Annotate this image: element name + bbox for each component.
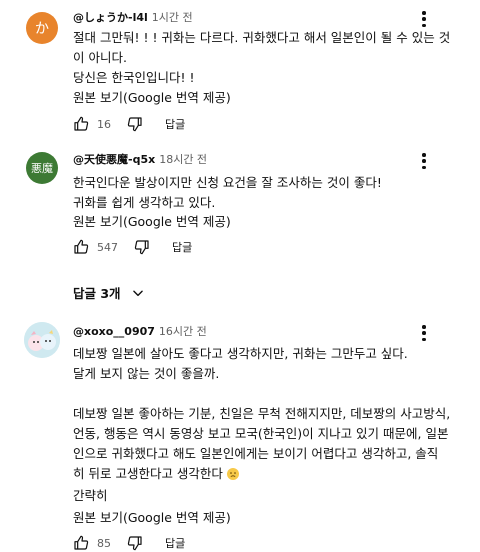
comment-line: 언동, 행동은 역시 동영상 보고 모국(한국인)이 지나고 있기 때문에, 일… <box>73 426 449 441</box>
thumbs-up-icon[interactable] <box>73 239 89 255</box>
comment-author[interactable]: @xoxo__0907 <box>73 325 155 338</box>
comment-text: 데보짱 일본에 살아도 좋다고 생각하지만, 귀화는 그만두고 싶다. 달게 보… <box>73 344 453 484</box>
comment-3: @xoxo__0907 16시간 전 데보짱 일본에 살아도 좋다고 생각하지만,… <box>0 315 480 551</box>
comment-actions: 547 답글 <box>73 238 192 256</box>
reply-button[interactable]: 답글 <box>165 535 185 551</box>
comment-actions: 85 답글 <box>73 534 185 552</box>
thumbs-down-icon[interactable] <box>127 535 143 551</box>
thumbs-down-icon[interactable] <box>134 239 150 255</box>
view-replies-button[interactable]: 답글 3개 <box>73 283 145 302</box>
thumbs-up-icon[interactable] <box>73 535 89 551</box>
avatar[interactable] <box>24 322 60 358</box>
like-count: 85 <box>97 536 111 550</box>
comment-line: 절대 그만둬! ! ! 귀화는 다르다. 귀화했다고 해서 일본인이 될 수 있… <box>73 30 451 45</box>
comment-line: 이 아니다. <box>73 50 127 65</box>
comment-header: @しょうか-l4l 1시간 전 <box>73 11 193 25</box>
comment-time[interactable]: 1시간 전 <box>152 11 193 24</box>
replies-count-label: 답글 3개 <box>73 286 121 301</box>
thumbs-up-icon[interactable] <box>73 116 89 132</box>
comment-line: 한국인다운 발상이지만 신청 요건을 잘 조사하는 것이 좋다! <box>73 175 382 190</box>
comment-author[interactable]: @天使悪魔-q5x <box>73 153 155 166</box>
see-original-link[interactable]: 원본 보기(Google 번역 제공) <box>73 509 231 527</box>
comment-header: @天使悪魔-q5x 18시간 전 <box>73 153 207 167</box>
comment-line-with-emoji: 히 뒤로 고생한다고 생각한다 <box>73 464 453 484</box>
more-options-icon[interactable] <box>416 151 432 171</box>
comment-author[interactable]: @しょうか-l4l <box>73 11 148 24</box>
more-options-icon[interactable] <box>416 323 432 343</box>
see-original-link[interactable]: 원본 보기(Google 번역 제공) <box>73 213 231 231</box>
reply-button[interactable]: 답글 <box>172 239 192 255</box>
like-count: 16 <box>97 117 111 131</box>
see-original-link[interactable]: 원본 보기(Google 번역 제공) <box>73 89 231 107</box>
comment-line: 귀화를 쉽게 생각하고 있다. <box>73 195 216 210</box>
comment-line: 데보짱 일본 좋아하는 기분, 친일은 무척 전해지지만, 데보짱의 사고방식, <box>73 406 451 421</box>
chevron-down-icon <box>132 290 143 296</box>
comment-line <box>73 384 453 404</box>
comment-1: か @しょうか-l4l 1시간 전 절대 그만둬! ! ! 귀화는 다르다. 귀화… <box>0 0 480 140</box>
comment-line: 데보짱 일본에 살아도 좋다고 생각하지만, 귀화는 그만두고 싶다. <box>73 346 408 361</box>
avatar-initial: か <box>35 21 49 37</box>
avatar[interactable]: か <box>26 12 58 44</box>
comment-line: 히 뒤로 고생한다고 생각한다 <box>73 466 223 481</box>
avatar[interactable]: 悪魔 <box>26 152 58 184</box>
comment-actions: 16 답글 <box>73 115 185 133</box>
comment-text: 절대 그만둬! ! ! 귀화는 다르다. 귀화했다고 해서 일본인이 될 수 있… <box>73 28 453 88</box>
like-count: 547 <box>97 240 118 254</box>
reply-button[interactable]: 답글 <box>165 116 185 132</box>
comment-2: 悪魔 @天使悪魔-q5x 18시간 전 한국인다운 발상이지만 신청 요건을 잘 … <box>0 140 480 310</box>
comment-line: 당신은 한국인입니다! ! <box>73 70 195 85</box>
more-options-icon[interactable] <box>416 9 432 29</box>
show-less-link[interactable]: 간략히 <box>73 487 108 505</box>
sad-face-emoji-icon <box>226 468 239 480</box>
avatar-initial: 悪魔 <box>31 162 53 175</box>
character-illustration-icon <box>24 322 60 358</box>
comment-text: 한국인다운 발상이지만 신청 요건을 잘 조사하는 것이 좋다! 귀화를 쉽게 … <box>73 173 453 213</box>
comment-line: 인으로 귀화했다고 해도 일본인에게는 보이기 어렵다고 생각하고, 솔직 <box>73 446 439 461</box>
comment-time[interactable]: 16시간 전 <box>159 325 207 338</box>
comment-time[interactable]: 18시간 전 <box>159 153 207 166</box>
comment-line: 달게 보지 않는 것이 좋을까. <box>73 366 220 381</box>
comment-header: @xoxo__0907 16시간 전 <box>73 325 207 339</box>
thumbs-down-icon[interactable] <box>127 116 143 132</box>
